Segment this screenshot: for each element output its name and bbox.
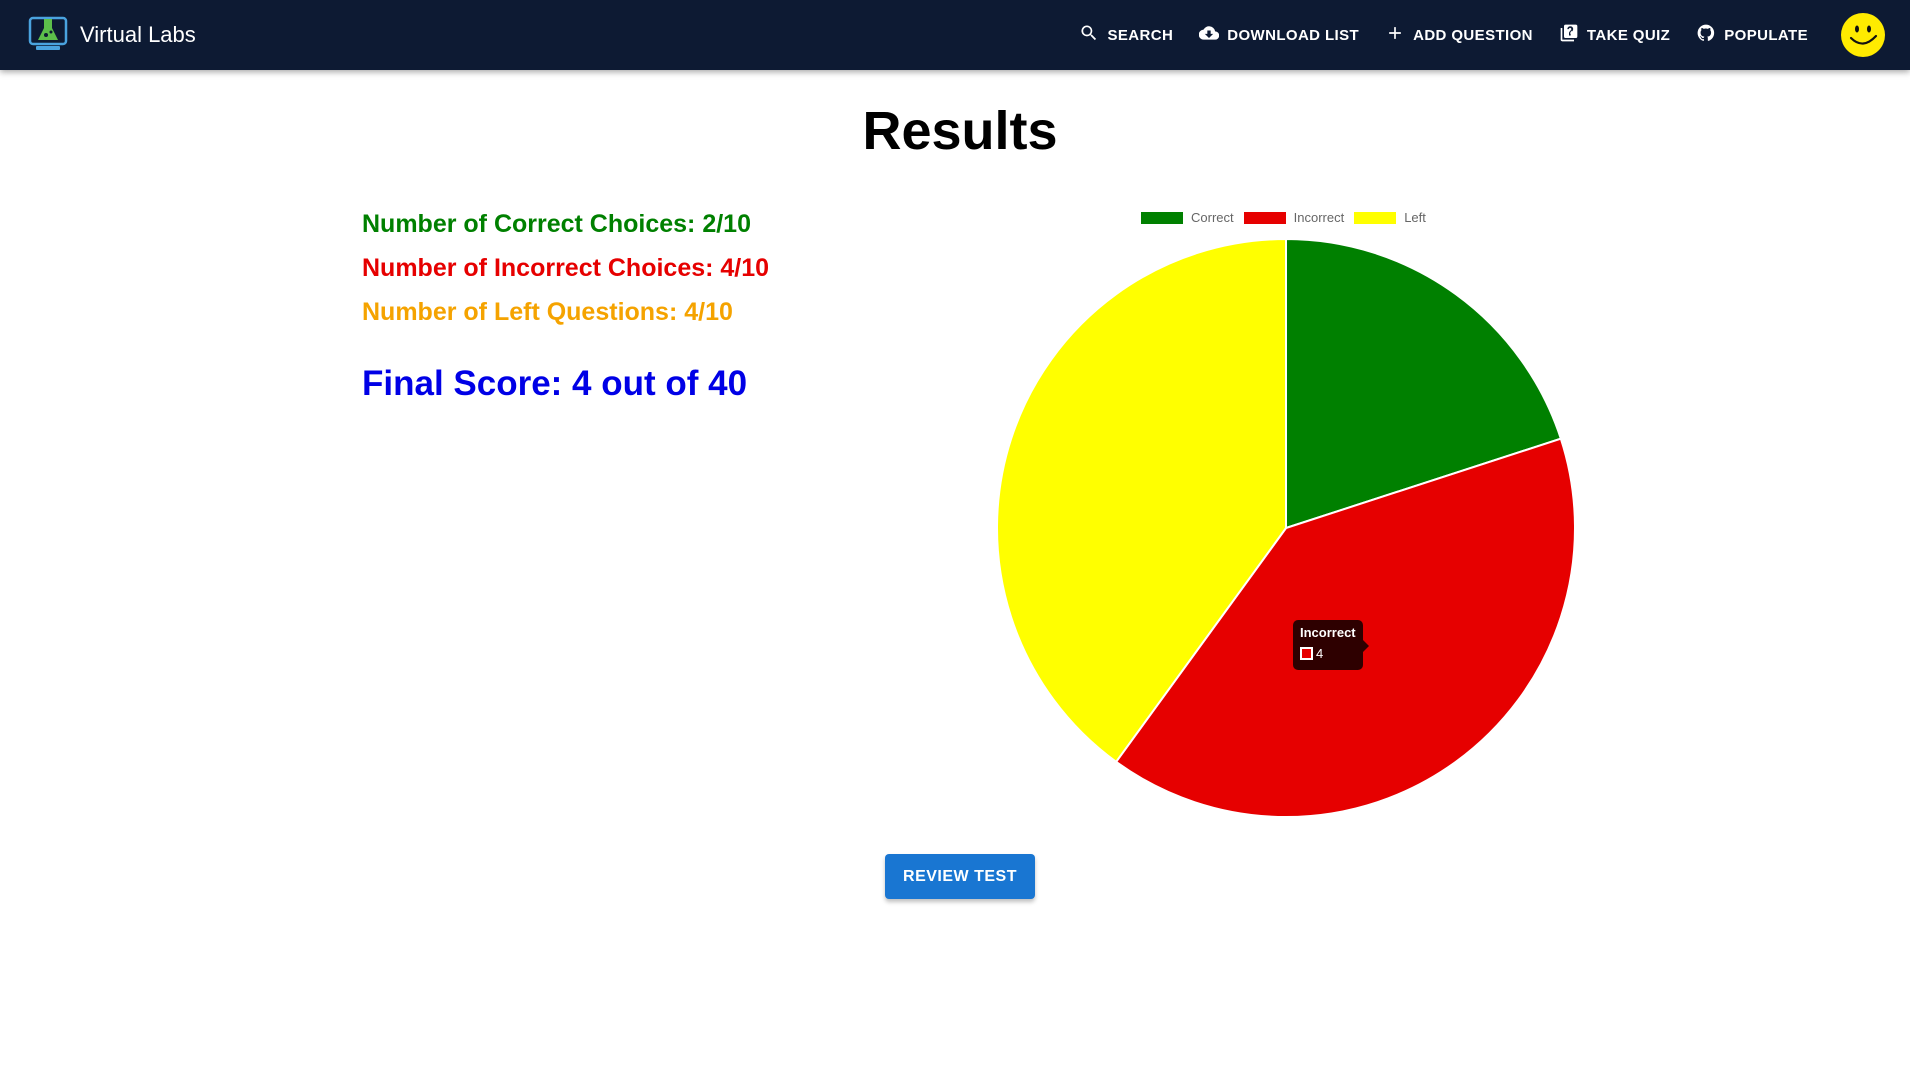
populate-label: POPULATE — [1724, 26, 1808, 44]
download-list-button[interactable]: DOWNLOAD LIST — [1193, 17, 1365, 53]
github-icon — [1696, 23, 1716, 47]
search-button[interactable]: SEARCH — [1073, 17, 1179, 53]
app-title: Virtual Labs — [80, 22, 196, 47]
nav-menu: SEARCH DOWNLOAD LIST ADD QUESTION TAKE Q… — [1073, 12, 1886, 58]
left-questions-text: Number of Left Questions: 4/10 — [362, 298, 733, 326]
pie-chart — [996, 237, 1576, 818]
chart-tooltip: Incorrect 4 — [1293, 620, 1369, 670]
legend-label-correct: Correct — [1191, 210, 1234, 225]
cloud-download-icon — [1198, 23, 1220, 47]
take-quiz-button[interactable]: TAKE QUIZ — [1553, 17, 1676, 53]
search-icon — [1079, 23, 1099, 47]
legend-label-left: Left — [1404, 210, 1426, 225]
legend-swatch-incorrect — [1243, 211, 1286, 224]
tooltip-value: 4 — [1316, 646, 1324, 661]
download-list-label: DOWNLOAD LIST — [1227, 26, 1360, 44]
legend-label-incorrect: Incorrect — [1293, 210, 1345, 225]
page-title: Results — [862, 101, 1058, 161]
incorrect-choices-text: Number of Incorrect Choices: 4/10 — [362, 254, 770, 282]
brand-link[interactable]: Virtual Labs — [28, 13, 196, 58]
flask-logo-icon — [28, 13, 68, 58]
tooltip-swatch — [1300, 647, 1313, 660]
legend-item-incorrect[interactable]: Incorrect — [1243, 210, 1345, 225]
populate-button[interactable]: POPULATE — [1690, 17, 1814, 53]
tooltip-title: Incorrect — [1300, 625, 1356, 640]
correct-choices-text: Number of Correct Choices: 2/10 — [362, 210, 751, 238]
search-label: SEARCH — [1107, 26, 1174, 44]
app-bar: Virtual Labs SEARCH DOWNLOAD LIST ADD QU… — [0, 0, 1910, 70]
results-summary: Number of Correct Choices: 2/10 Number o… — [362, 202, 769, 404]
add-question-button[interactable]: ADD QUESTION — [1379, 17, 1539, 53]
quiz-icon — [1559, 23, 1579, 47]
legend-item-left[interactable]: Left — [1354, 210, 1426, 225]
legend-swatch-left — [1354, 211, 1397, 224]
legend-item-correct[interactable]: Correct — [1141, 210, 1234, 225]
chart-legend: Correct Incorrect Left — [1141, 210, 1426, 225]
take-quiz-label: TAKE QUIZ — [1586, 26, 1671, 44]
legend-swatch-correct — [1141, 211, 1183, 224]
avatar[interactable] — [1840, 12, 1886, 58]
plus-icon — [1385, 23, 1405, 47]
add-question-label: ADD QUESTION — [1413, 26, 1533, 44]
review-test-button[interactable]: REVIEW TEST — [885, 854, 1035, 899]
final-score-text: Final Score: 4 out of 40 — [362, 364, 748, 403]
